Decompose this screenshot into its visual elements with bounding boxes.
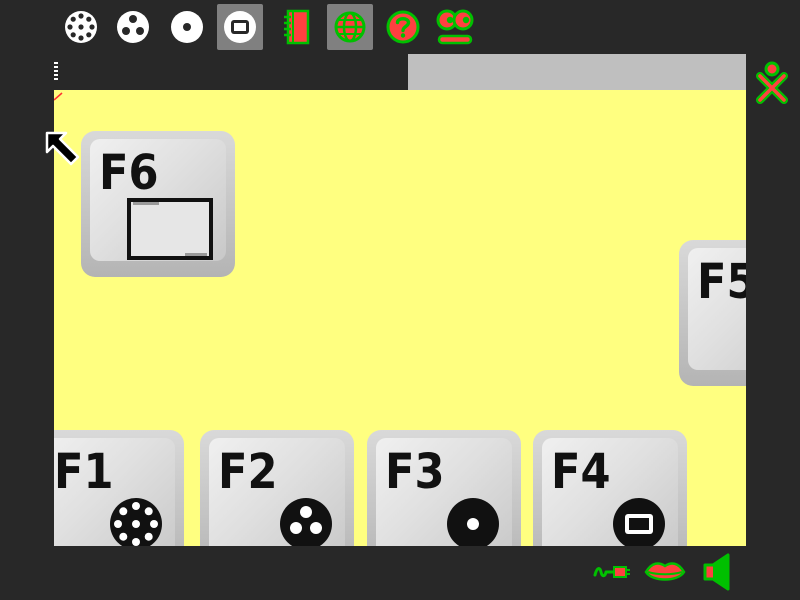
f4-key-label: F4 (551, 444, 611, 500)
f3-key-label: F3 (385, 444, 445, 500)
canvas-top-strip (54, 54, 746, 90)
f6-key-label: F6 (99, 145, 159, 201)
mouse-pointer-icon (45, 131, 80, 166)
three-dot-circle-button[interactable] (110, 4, 156, 50)
f3-key[interactable]: F3 (367, 430, 521, 546)
three-dot-circle-icon (117, 11, 149, 43)
speech-button[interactable] (644, 552, 686, 592)
one-dot-circle-icon (171, 11, 203, 43)
robot-face-icon (436, 9, 474, 45)
globe-button[interactable] (327, 4, 373, 50)
square-circle-button[interactable] (217, 4, 263, 50)
speech-lips-icon (644, 562, 686, 581)
f4-key[interactable]: F4 (533, 430, 687, 546)
three-dot-circle-symbol-icon (280, 498, 332, 546)
f2-key-label: F2 (218, 444, 278, 500)
journal-button[interactable] (274, 4, 320, 50)
activity-canvas[interactable]: F6 F5 F1 F2 (54, 54, 746, 546)
journal-icon (284, 9, 310, 45)
network-button[interactable] (592, 552, 632, 592)
square-circle-symbol-icon (613, 498, 665, 546)
one-dot-circle-button[interactable] (164, 4, 210, 50)
f2-key[interactable]: F2 (200, 430, 354, 546)
one-dot-circle-symbol-icon (447, 498, 499, 546)
f6-key[interactable]: F6 (81, 131, 235, 277)
eight-dot-circle-symbol-icon (110, 498, 162, 546)
f1-key[interactable]: F1 (54, 430, 184, 546)
f5-key[interactable]: F5 (679, 240, 746, 386)
robot-face-button[interactable] (432, 4, 478, 50)
canvas-top-strip-dark (54, 54, 408, 90)
speaker-icon (703, 553, 730, 591)
window-frame-icon (127, 198, 213, 260)
canvas-dotted-edge (54, 62, 58, 82)
help-icon (386, 10, 420, 44)
f5-key-label: F5 (697, 254, 746, 310)
f1-key-label: F1 (54, 444, 114, 500)
square-circle-icon (224, 11, 256, 43)
network-icon (593, 566, 630, 578)
xo-person-icon[interactable] (752, 58, 792, 104)
red-tick-mark (54, 92, 63, 101)
volume-button[interactable] (700, 552, 734, 592)
eight-dot-circle-button[interactable] (58, 4, 104, 50)
globe-icon (334, 11, 366, 43)
eight-dot-circle-icon (65, 11, 97, 43)
help-button[interactable] (380, 4, 426, 50)
top-toolbar (0, 0, 800, 54)
